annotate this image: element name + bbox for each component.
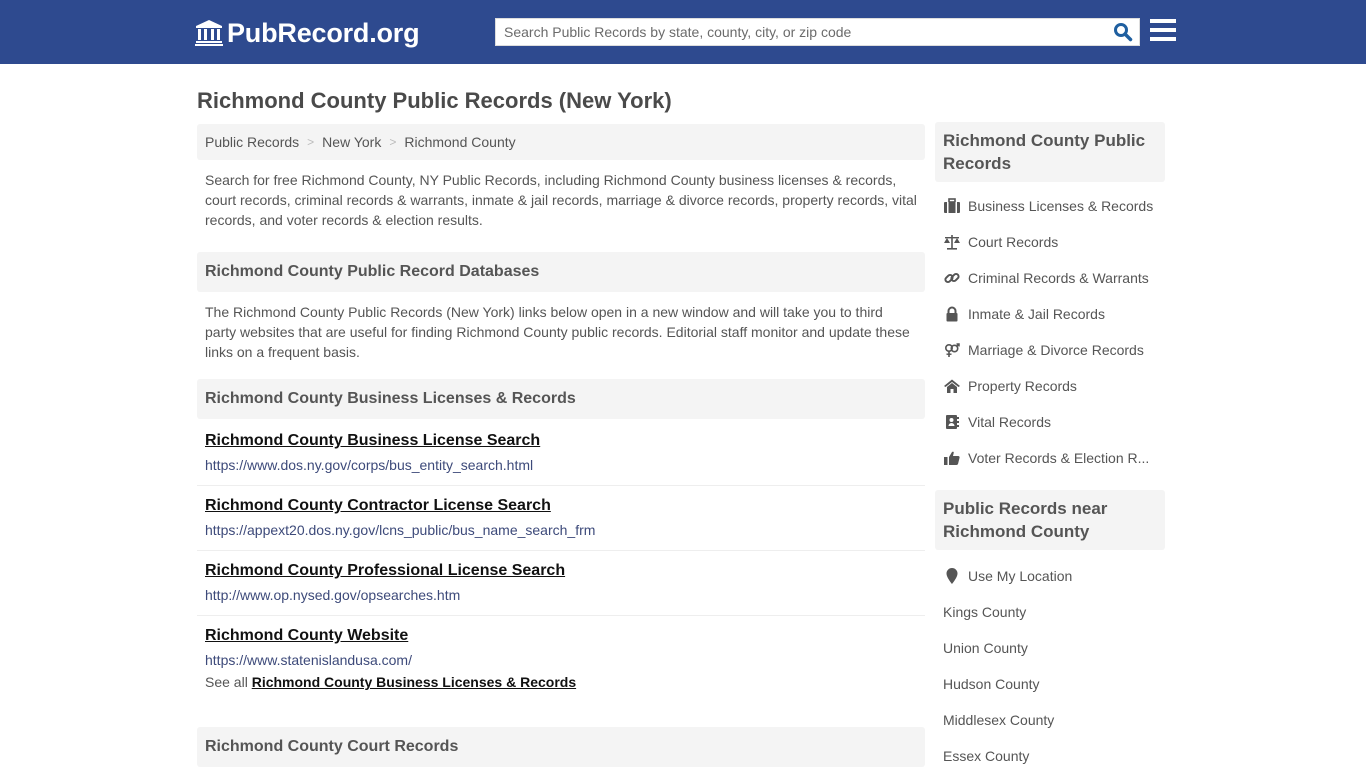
nearby-county-label: Union County — [943, 640, 1028, 656]
nearby-county-label: Hudson County — [943, 676, 1040, 692]
link-icon — [943, 270, 961, 286]
sidebar-item-label: Marriage & Divorce Records — [968, 342, 1144, 358]
sidebar-item-voter[interactable]: Voter Records & Election R... — [935, 440, 1165, 476]
gender-icon — [943, 342, 961, 358]
sidebar-item-label: Criminal Records & Warrants — [968, 270, 1149, 286]
sidebar-item-label: Court Records — [968, 234, 1059, 250]
breadcrumb-richmond-county[interactable]: Richmond County — [404, 134, 515, 150]
breadcrumb: Public Records > New York > Richmond Cou… — [197, 124, 925, 160]
sidebar-item-marriage[interactable]: Marriage & Divorce Records — [935, 332, 1165, 368]
main-content: Public Records > New York > Richmond Cou… — [197, 124, 925, 767]
sidebar-records-heading: Richmond County Public Records — [935, 122, 1165, 182]
court-heading: Richmond County Court Records — [197, 727, 925, 767]
intro-text: Search for free Richmond County, NY Publ… — [205, 172, 917, 228]
see-all-business: See all Richmond County Business License… — [197, 672, 925, 727]
nearby-county-link[interactable]: Middlesex County — [935, 702, 1165, 738]
search-bar — [495, 18, 1140, 46]
courthouse-icon — [195, 20, 223, 46]
search-button[interactable] — [1107, 19, 1139, 45]
use-my-location[interactable]: Use My Location — [935, 558, 1165, 594]
address-book-icon — [943, 414, 961, 430]
business-link-title[interactable]: Richmond County Business License Search — [205, 431, 540, 451]
breadcrumb-separator: > — [307, 135, 315, 149]
sidebar-records-list: Business Licenses & Records Court Record… — [935, 182, 1165, 476]
search-icon — [1114, 23, 1133, 42]
business-link-title[interactable]: Richmond County Professional License Sea… — [205, 561, 565, 581]
sidebar-item-inmate[interactable]: Inmate & Jail Records — [935, 296, 1165, 332]
menu-bar-icon — [1150, 37, 1176, 41]
nearby-county-link[interactable]: Union County — [935, 630, 1165, 666]
nearby-county-label: Essex County — [943, 748, 1030, 764]
databases-heading: Richmond County Public Record Databases — [197, 252, 925, 292]
menu-bar-icon — [1150, 28, 1176, 32]
scales-icon — [943, 234, 961, 250]
business-link-title[interactable]: Richmond County Website — [205, 626, 408, 646]
breadcrumb-public-records[interactable]: Public Records — [205, 134, 299, 150]
nearby-county-link[interactable]: Hudson County — [935, 666, 1165, 702]
lock-icon — [943, 306, 961, 322]
search-input[interactable] — [496, 19, 1107, 45]
sidebar-item-label: Property Records — [968, 378, 1077, 394]
nearby-county-label: Kings County — [943, 604, 1027, 620]
page-title: Richmond County Public Records (New York… — [197, 88, 672, 113]
home-icon — [943, 378, 961, 394]
business-link-url: https://www.statenislandusa.com/ — [205, 652, 412, 668]
see-all-business-link[interactable]: Richmond County Business Licenses & Reco… — [252, 674, 576, 690]
sidebar-item-label: Vital Records — [968, 414, 1052, 430]
business-link-item: Richmond County Professional License Sea… — [197, 551, 925, 616]
business-heading: Richmond County Business Licenses & Reco… — [197, 379, 925, 419]
sidebar-item-court[interactable]: Court Records — [935, 224, 1165, 260]
thumbs-up-icon — [943, 450, 961, 466]
briefcase-icon — [943, 198, 961, 214]
databases-description: The Richmond County Public Records (New … — [205, 304, 910, 360]
business-link-url: https://www.dos.ny.gov/corps/bus_entity_… — [205, 457, 534, 473]
hamburger-menu-button[interactable] — [1150, 19, 1176, 43]
business-link-url: https://appext20.dos.ny.gov/lcns_public/… — [205, 522, 596, 538]
business-link-item: Richmond County Business License Search … — [197, 421, 925, 486]
sidebar-nearby-list: Use My Location Kings County Union Count… — [935, 550, 1165, 774]
sidebar-item-label: Inmate & Jail Records — [968, 306, 1105, 322]
business-link-url: http://www.op.nysed.gov/opsearches.htm — [205, 587, 461, 603]
top-navbar: PubRecord.org — [0, 0, 1366, 64]
sidebar-nearby-heading: Public Records near Richmond County — [935, 490, 1165, 550]
sidebar-item-label: Use My Location — [968, 568, 1073, 584]
see-all-prefix: See all — [205, 674, 248, 690]
menu-bar-icon — [1150, 19, 1176, 23]
sidebar-item-criminal[interactable]: Criminal Records & Warrants — [935, 260, 1165, 296]
logo-text: PubRecord.org — [227, 17, 420, 48]
sidebar-item-property[interactable]: Property Records — [935, 368, 1165, 404]
map-marker-icon — [943, 568, 961, 584]
sidebar-item-business[interactable]: Business Licenses & Records — [935, 188, 1165, 224]
sidebar-item-vital[interactable]: Vital Records — [935, 404, 1165, 440]
nearby-county-link[interactable]: Kings County — [935, 594, 1165, 630]
breadcrumb-separator: > — [389, 135, 397, 149]
site-logo[interactable]: PubRecord.org — [195, 17, 420, 49]
sidebar-item-label: Voter Records & Election R... — [968, 450, 1150, 466]
sidebar-item-label: Business Licenses & Records — [968, 198, 1154, 214]
business-link-item: Richmond County Website https://www.stat… — [197, 616, 925, 672]
business-link-title[interactable]: Richmond County Contractor License Searc… — [205, 496, 551, 516]
sidebar: Richmond County Public Records Business … — [935, 122, 1165, 774]
business-link-item: Richmond County Contractor License Searc… — [197, 486, 925, 551]
nearby-county-label: Middlesex County — [943, 712, 1055, 728]
breadcrumb-new-york[interactable]: New York — [322, 134, 381, 150]
nearby-county-link[interactable]: Essex County — [935, 738, 1165, 774]
